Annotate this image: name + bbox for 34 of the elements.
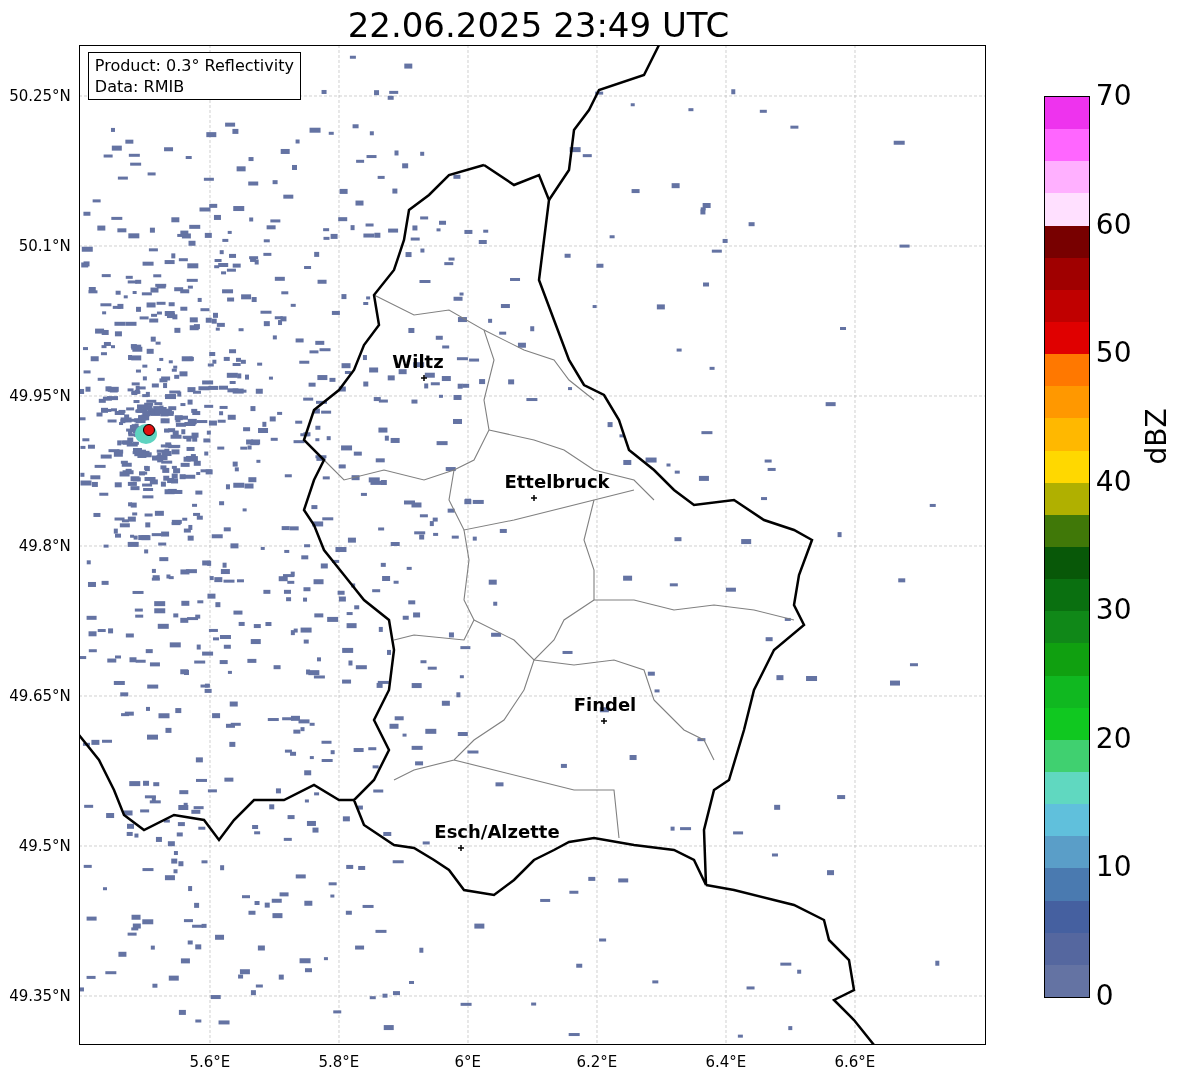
colorbar-tick-label: 0 (1095, 978, 1114, 1013)
latitude-label: 50.1°N (18, 237, 71, 255)
longitude-label: 5.8°E (318, 1053, 360, 1071)
radar-site-icon (134, 424, 157, 444)
longitude-label: 5.6°E (189, 1053, 231, 1071)
colorbar-tick-label: 60 (1095, 207, 1132, 242)
latitude-label: 49.8°N (18, 537, 71, 555)
info-text: Product: 0.3° Reflectivity (94, 55, 294, 76)
latitude-label: 49.65°N (9, 687, 71, 705)
city-label: Findel (573, 694, 637, 715)
colorbar-tick-label: 30 (1095, 593, 1132, 628)
longitude-label: 6.6°E (834, 1053, 876, 1071)
colorbar-tick-label: 70 (1095, 79, 1132, 113)
city-marker-icon (420, 374, 428, 382)
city-marker-icon (457, 844, 465, 852)
colorbar-tick-label: 50 (1095, 336, 1132, 371)
city-label: Wiltz (392, 351, 444, 372)
latitude-label: 49.5°N (18, 837, 71, 855)
longitude-label: 6.2°E (576, 1053, 618, 1071)
colorbar-label: dBZ (1139, 407, 1173, 465)
latitude-label: 50.25°N (9, 87, 71, 105)
city-label: Ettelbruck (504, 471, 610, 492)
city-marker-icon (600, 717, 608, 725)
latitude-label: 49.35°N (9, 987, 71, 1005)
colorbar-tick-label: 40 (1095, 464, 1132, 499)
longitude-label: 6°E (454, 1053, 482, 1071)
latitude-label: 49.95°N (9, 387, 71, 405)
info-text: Data: RMIB (94, 76, 186, 97)
city-label: Esch/Alzette (434, 821, 560, 842)
longitude-label: 6.4°E (705, 1053, 747, 1071)
colorbar-tick-label: 10 (1095, 850, 1132, 885)
city-marker-icon (530, 494, 538, 502)
colorbar-tick-label: 20 (1095, 721, 1132, 756)
chart-title: 22.06.2025 23:49 UTC (346, 4, 731, 45)
